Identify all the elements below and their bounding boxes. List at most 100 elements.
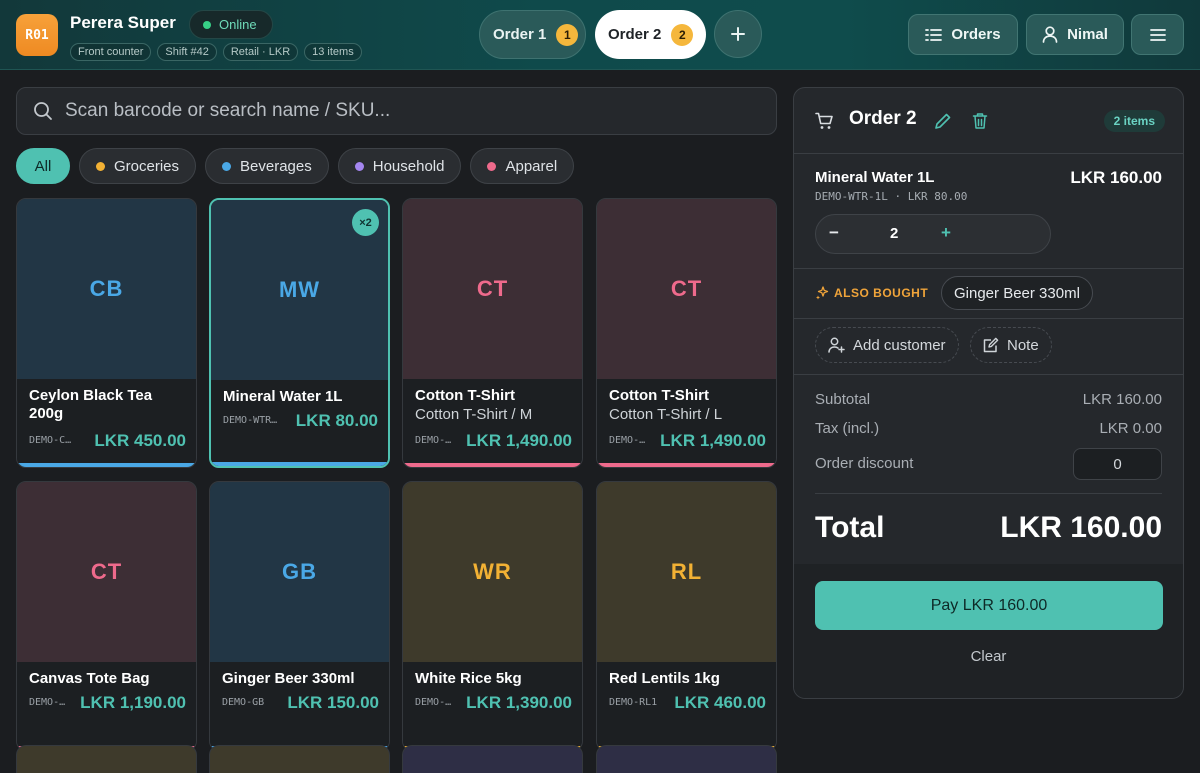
category-dot-icon bbox=[487, 161, 497, 171]
subtotal-value: LKR 160.00 bbox=[1082, 391, 1162, 408]
category-dot-icon bbox=[354, 161, 364, 171]
store-badge: R01 bbox=[16, 14, 58, 56]
product-price: LKR 150.00 bbox=[287, 693, 379, 712]
order-line-item: Mineral Water 1L LKR 160.00 DEMO-WTR-1L … bbox=[794, 154, 1183, 269]
search-input[interactable] bbox=[65, 100, 745, 122]
edit-icon[interactable] bbox=[934, 112, 952, 130]
category-label: Groceries bbox=[114, 157, 180, 175]
product-card[interactable]: GB Ginger Beer 330ml DEMO-GB LKR 150.00 bbox=[209, 481, 390, 751]
product-initials: RL bbox=[597, 482, 776, 662]
product-card[interactable] bbox=[596, 745, 777, 773]
product-card[interactable] bbox=[209, 745, 390, 773]
category-apparel[interactable]: Apparel bbox=[470, 148, 575, 184]
product-sku: DEMO-GB bbox=[222, 697, 265, 708]
orders-button[interactable]: Orders bbox=[908, 14, 1018, 55]
user-menu-button[interactable]: Nimal bbox=[1026, 14, 1124, 55]
product-card[interactable] bbox=[402, 745, 583, 773]
product-initials: CT bbox=[597, 199, 776, 379]
clear-order-button[interactable]: Clear bbox=[794, 648, 1183, 665]
sparkle-icon bbox=[816, 286, 829, 300]
user-icon bbox=[1042, 26, 1058, 43]
top-bar: R01 Perera Super Online Front counter Sh… bbox=[0, 0, 1200, 70]
tax-label: Tax (incl.) bbox=[815, 420, 880, 437]
product-card[interactable]: CB Ceylon Black Tea 200g DEMO-CBT LKR 45… bbox=[16, 198, 197, 468]
subtotal-label: Subtotal bbox=[815, 391, 871, 408]
plus-icon bbox=[731, 27, 745, 41]
product-card[interactable]: CT Cotton T-Shirt Cotton T-Shirt / M DEM… bbox=[402, 198, 583, 468]
add-note-button[interactable]: Note bbox=[970, 327, 1052, 363]
product-card[interactable]: RL Red Lentils 1kg DEMO-RL1 LKR 460.00 bbox=[596, 481, 777, 751]
product-card[interactable]: WR White Rice 5kg DEMO-WR5 LKR 1,390.00 bbox=[402, 481, 583, 751]
hamburger-menu-icon bbox=[1149, 28, 1166, 41]
cart-quantity-badge: ×2 bbox=[352, 209, 379, 236]
pay-button[interactable]: Pay LKR 160.00 bbox=[815, 581, 1163, 630]
category-household[interactable]: Household bbox=[337, 148, 462, 184]
product-name: White Rice 5kg bbox=[415, 670, 522, 687]
order-discount-input[interactable] bbox=[1073, 448, 1162, 480]
product-sku: DEMO-WTR-1L bbox=[223, 415, 283, 426]
category-beverages[interactable]: Beverages bbox=[205, 148, 329, 184]
product-price: LKR 1,490.00 bbox=[466, 431, 572, 450]
line-item-sku-price: DEMO-WTR-1L · LKR 80.00 bbox=[815, 190, 968, 203]
product-name: Ginger Beer 330ml bbox=[222, 670, 355, 687]
product-sku: DEMO-RL1 bbox=[609, 697, 658, 708]
category-label: All bbox=[34, 157, 52, 175]
total-label: Total bbox=[815, 511, 885, 544]
store-meta: Front counter Shift #42 Retail · LKR 13 … bbox=[70, 43, 362, 61]
tab-count-badge: 2 bbox=[671, 23, 694, 46]
product-card[interactable]: CT Cotton T-Shirt Cotton T-Shirt / L DEM… bbox=[596, 198, 777, 468]
product-name: Mineral Water 1L bbox=[223, 388, 343, 405]
quantity-stepper: − 2 + bbox=[815, 214, 1051, 254]
category-color-bar bbox=[597, 463, 776, 467]
order-panel: Order 2 2 items Mineral Water 1L LKR 160… bbox=[793, 87, 1184, 699]
orders-label: Orders bbox=[951, 26, 1001, 43]
product-price: LKR 1,490.00 bbox=[660, 431, 766, 450]
product-sku: DEMO-CTB bbox=[29, 697, 67, 708]
product-name: Cotton T-Shirt bbox=[415, 387, 515, 404]
meta-item-count: 13 items bbox=[304, 43, 362, 61]
payment-area: Pay LKR 160.00 Clear bbox=[794, 564, 1183, 698]
cart-icon bbox=[815, 112, 833, 129]
user-name: Nimal bbox=[1067, 26, 1108, 43]
decrease-quantity-button[interactable]: − bbox=[829, 223, 839, 243]
divider bbox=[815, 493, 1162, 494]
product-price: LKR 450.00 bbox=[94, 431, 186, 450]
online-dot-icon bbox=[203, 20, 211, 29]
menu-button[interactable] bbox=[1131, 14, 1184, 55]
product-variant: Cotton T-Shirt / M bbox=[415, 406, 533, 423]
meta-counter: Front counter bbox=[70, 43, 152, 61]
quantity-value: 2 bbox=[890, 225, 899, 242]
category-label: Apparel bbox=[505, 157, 558, 175]
trash-icon[interactable] bbox=[972, 112, 988, 130]
product-card[interactable]: MW ×2 Mineral Water 1L DEMO-WTR-1L LKR 8… bbox=[209, 198, 390, 468]
list-icon bbox=[925, 28, 943, 41]
product-initials: CT bbox=[403, 199, 582, 379]
product-sku: DEMO-WR5 bbox=[415, 697, 453, 708]
category-label: Beverages bbox=[240, 157, 312, 175]
also-bought-row: ALSO BOUGHT Ginger Beer 330ml bbox=[794, 269, 1183, 319]
tab-order-2[interactable]: Order 2 2 bbox=[595, 10, 706, 59]
category-color-bar bbox=[211, 462, 388, 466]
note-label: Note bbox=[1007, 336, 1039, 354]
category-dot-icon bbox=[222, 161, 232, 171]
product-initials: CB bbox=[17, 199, 196, 379]
suggested-product-chip[interactable]: Ginger Beer 330ml bbox=[941, 276, 1093, 310]
search-bar bbox=[16, 87, 777, 135]
category-filters: All Groceries Beverages Household Appare… bbox=[16, 148, 575, 184]
new-order-button[interactable] bbox=[714, 10, 762, 58]
tab-order-1[interactable]: Order 1 1 bbox=[479, 10, 586, 59]
line-item-total: LKR 160.00 bbox=[1070, 168, 1162, 187]
online-status-badge: Online bbox=[189, 10, 273, 39]
meta-pricing: Retail · LKR bbox=[222, 43, 299, 61]
category-all[interactable]: All bbox=[16, 148, 70, 184]
tab-label: Order 1 bbox=[493, 26, 547, 43]
add-customer-button[interactable]: Add customer bbox=[815, 327, 959, 363]
product-card[interactable]: CT Canvas Tote Bag DEMO-CTB LKR 1,190.00 bbox=[16, 481, 197, 751]
search-icon bbox=[34, 102, 52, 120]
category-groceries[interactable]: Groceries bbox=[79, 148, 197, 184]
also-bought-text: ALSO BOUGHT bbox=[834, 286, 929, 300]
product-price: LKR 460.00 bbox=[674, 693, 766, 712]
product-card[interactable] bbox=[16, 745, 197, 773]
tab-count-badge: 1 bbox=[556, 23, 579, 46]
increase-quantity-button[interactable]: + bbox=[941, 223, 951, 243]
